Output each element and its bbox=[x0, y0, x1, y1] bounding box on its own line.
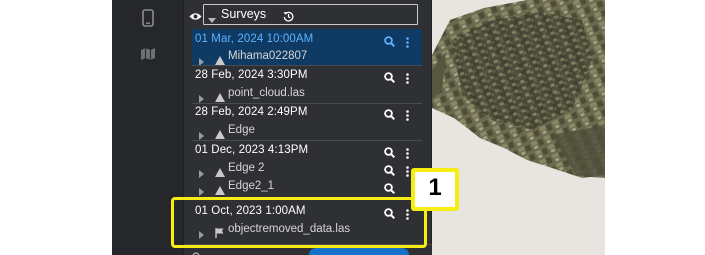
survey-item[interactable]: Edge 2 bbox=[192, 160, 422, 178]
step-callout: 1 bbox=[411, 168, 459, 211]
eye-icon[interactable] bbox=[189, 8, 202, 26]
caret-down-icon bbox=[208, 11, 216, 29]
survey-item-label: point_cloud.las bbox=[228, 87, 305, 99]
3d-viewport[interactable] bbox=[432, 0, 605, 255]
survey-item-label: Edge bbox=[228, 124, 255, 136]
survey-date: 01 Dec, 2023 4:13PM bbox=[195, 144, 309, 156]
survey-entry[interactable]: 01 Dec, 2023 4:13PM Edge 2 Edge2_1 bbox=[192, 141, 422, 197]
entry-actions bbox=[384, 70, 418, 84]
survey-item[interactable]: Edge2_1 bbox=[192, 178, 422, 196]
survey-item-label: Edge 2 bbox=[228, 162, 265, 174]
callout-number: 1 bbox=[428, 174, 442, 201]
panel-header: Surveys bbox=[184, 0, 433, 28]
entry-actions bbox=[384, 107, 418, 121]
entry-actions bbox=[384, 34, 418, 48]
survey-entry[interactable]: 28 Feb, 2024 2:49PM Edge bbox=[192, 104, 422, 140]
survey-item[interactable]: Mihama022807 bbox=[192, 48, 422, 66]
survey-entry[interactable]: 28 Feb, 2024 3:30PM point_cloud.las bbox=[192, 66, 422, 103]
survey-item-label: Edge2_1 bbox=[228, 180, 275, 192]
entry-actions bbox=[384, 145, 418, 159]
point-cloud-render bbox=[432, 0, 605, 255]
highlight-box bbox=[171, 197, 427, 248]
survey-date: 28 Feb, 2024 2:49PM bbox=[195, 106, 308, 118]
footer-button[interactable] bbox=[309, 248, 409, 255]
history-icon[interactable] bbox=[283, 9, 294, 27]
mobile-device-icon[interactable] bbox=[112, 0, 183, 36]
survey-entry[interactable]: 01 Mar, 2024 10:00AM Mihama022807 bbox=[192, 29, 422, 66]
footer-icon bbox=[192, 247, 200, 255]
surveys-dropdown[interactable]: Surveys bbox=[203, 4, 418, 25]
survey-item[interactable]: Edge bbox=[192, 122, 422, 140]
survey-item[interactable]: point_cloud.las bbox=[192, 85, 422, 103]
panel-title: Surveys bbox=[221, 7, 267, 21]
map-icon[interactable] bbox=[112, 36, 183, 72]
survey-date: 01 Mar, 2024 10:00AM bbox=[195, 33, 314, 45]
survey-date: 28 Feb, 2024 3:30PM bbox=[195, 69, 308, 81]
survey-item-label: Mihama022807 bbox=[228, 50, 308, 62]
